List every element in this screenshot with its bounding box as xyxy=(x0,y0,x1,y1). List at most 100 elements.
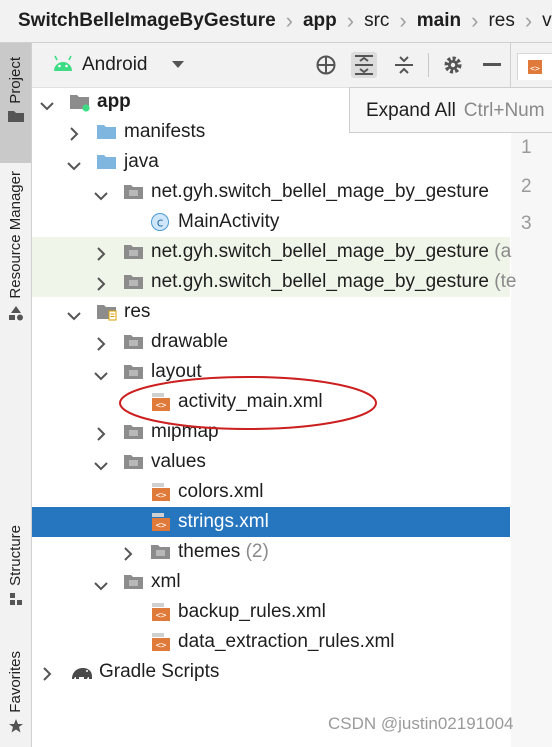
chevron-right-icon: › xyxy=(285,8,293,33)
tree-item-label: net.gyh.switch_bellel_mage_by_gesture xyxy=(151,181,489,202)
package-folder-icon xyxy=(124,575,143,589)
expand-all-tooltip: Expand All Ctrl+Num xyxy=(349,87,552,133)
crosshair-icon xyxy=(316,55,336,75)
resource-folder-icon xyxy=(97,305,117,321)
breadcrumb-main[interactable]: main xyxy=(415,10,463,32)
annotation-ellipse xyxy=(119,376,377,430)
xml-file-icon: <> xyxy=(152,483,170,501)
tree-item-label: colors.xml xyxy=(178,481,264,502)
tree-item-label: manifests xyxy=(124,121,206,142)
tree-item[interactable]: <> backup_rules.xml xyxy=(32,597,510,627)
package-folder-icon xyxy=(124,455,143,469)
tooltip-text: Expand All xyxy=(366,100,456,121)
chevron-right-icon[interactable] xyxy=(123,547,133,561)
tree-item[interactable]: xml xyxy=(32,567,510,597)
package-folder-icon xyxy=(124,275,143,289)
breadcrumb-src[interactable]: src xyxy=(362,10,391,32)
tree-item-label: MainActivity xyxy=(178,211,280,232)
tool-window-project-tab[interactable]: Project xyxy=(0,43,31,163)
module-folder-icon xyxy=(70,95,90,112)
tool-window-structure-tab[interactable]: Structure xyxy=(0,525,31,606)
editor-tab-bar: <> xyxy=(510,43,552,87)
caret-down-icon[interactable] xyxy=(172,61,184,69)
breadcrumb: SwitchBelleImageByGesture › app › src › … xyxy=(0,0,552,43)
breadcrumb-res[interactable]: res xyxy=(486,10,516,32)
tree-item-suffix: (2) xyxy=(245,541,269,562)
minus-icon xyxy=(483,63,501,66)
locate-file-button[interactable] xyxy=(313,52,339,78)
settings-button[interactable] xyxy=(440,52,466,78)
gradle-elephant-icon xyxy=(72,668,92,679)
expand-all-icon xyxy=(355,55,373,75)
chevron-right-icon[interactable] xyxy=(69,127,79,141)
chevron-right-icon[interactable] xyxy=(96,247,106,261)
tree-item[interactable]: themes (2) xyxy=(32,537,510,567)
tree-item-label: Gradle Scripts xyxy=(99,661,220,682)
chevron-down-icon[interactable] xyxy=(67,161,81,171)
resource-manager-tab-label: Resource Manager xyxy=(7,171,24,299)
line-number: 3 xyxy=(521,213,532,234)
folder-icon xyxy=(97,155,116,169)
chevron-right-icon: › xyxy=(524,8,533,33)
chevron-down-icon[interactable] xyxy=(40,101,54,111)
tree-item[interactable]: <> data_extraction_rules.xml xyxy=(32,627,510,657)
chevron-down-icon[interactable] xyxy=(94,581,108,591)
tree-item-label: res xyxy=(124,301,151,322)
tree-item-label: themes xyxy=(178,541,241,562)
tree-item[interactable]: <> strings.xml xyxy=(32,507,510,537)
folder-icon xyxy=(97,125,116,139)
tree-item[interactable]: Gradle Scripts xyxy=(32,657,510,687)
chevron-down-icon[interactable] xyxy=(94,191,108,201)
chevron-right-icon: › xyxy=(399,8,407,33)
editor-tab[interactable]: <> xyxy=(517,53,552,80)
tree-item-label: xml xyxy=(151,571,181,592)
expand-all-button[interactable] xyxy=(351,52,377,78)
tree-item-label: drawable xyxy=(151,331,229,352)
xml-file-icon: <> xyxy=(528,60,542,74)
tree-item[interactable]: res xyxy=(32,297,510,327)
tooltip-shortcut: Ctrl+Num xyxy=(463,100,545,121)
tool-window-resource-manager-tab[interactable]: Resource Manager xyxy=(0,171,31,321)
structure-icon xyxy=(9,592,22,605)
tree-item[interactable]: java xyxy=(32,147,510,177)
collapse-all-button[interactable] xyxy=(391,52,417,78)
chevron-right-icon[interactable] xyxy=(96,427,106,441)
tree-item[interactable]: values xyxy=(32,447,510,477)
chevron-right-icon[interactable] xyxy=(96,277,106,291)
tree-item[interactable]: drawable xyxy=(32,327,510,357)
watermark: CSDN @justin02191004 xyxy=(328,714,514,733)
hide-button[interactable] xyxy=(479,52,505,78)
breadcrumb-app[interactable]: app xyxy=(301,10,339,32)
xml-file-icon: <> xyxy=(152,603,170,621)
tree-item-suffix: (a xyxy=(494,241,512,262)
package-folder-icon xyxy=(124,245,143,259)
tree-item-label: values xyxy=(151,451,206,472)
tree-item[interactable]: net.gyh.switch_bellel_mage_by_gesture (t… xyxy=(32,267,516,297)
tree-item-label: net.gyh.switch_bellel_mage_by_gesture xyxy=(151,271,489,292)
tree-item[interactable]: c MainActivity xyxy=(32,207,510,237)
tree-item[interactable]: net.gyh.switch_bellel_mage_by_gesture xyxy=(32,177,510,207)
tree-item-label: app xyxy=(97,91,131,112)
chevron-right-icon: › xyxy=(471,8,479,33)
chevron-right-icon[interactable] xyxy=(96,337,106,351)
chevron-down-icon[interactable] xyxy=(67,311,81,321)
svg-text:<>: <> xyxy=(156,521,167,531)
tree-item[interactable]: net.gyh.switch_bellel_mage_by_gesture (a xyxy=(32,237,512,267)
favorites-tab-label: Favorites xyxy=(7,651,24,713)
breadcrumb-values[interactable]: valu xyxy=(540,10,552,32)
chevron-down-icon[interactable] xyxy=(94,461,108,471)
xml-file-icon: <> xyxy=(152,633,170,651)
svg-text:<>: <> xyxy=(156,491,167,501)
tree-item-label: strings.xml xyxy=(178,511,269,532)
project-view-selector[interactable]: Android xyxy=(82,54,148,76)
tree-item-suffix: (te xyxy=(494,271,517,292)
chevron-down-icon[interactable] xyxy=(94,371,108,381)
structure-tab-label: Structure xyxy=(7,525,24,586)
chevron-right-icon[interactable] xyxy=(42,667,52,681)
tool-window-favorites-tab[interactable]: Favorites xyxy=(0,651,31,733)
package-folder-icon xyxy=(151,545,170,559)
breadcrumb-project[interactable]: SwitchBelleImageByGesture xyxy=(0,10,278,32)
tree-item[interactable]: <> colors.xml xyxy=(32,477,510,507)
toolbar-divider xyxy=(428,53,429,77)
project-toolbar: Android xyxy=(32,43,510,88)
